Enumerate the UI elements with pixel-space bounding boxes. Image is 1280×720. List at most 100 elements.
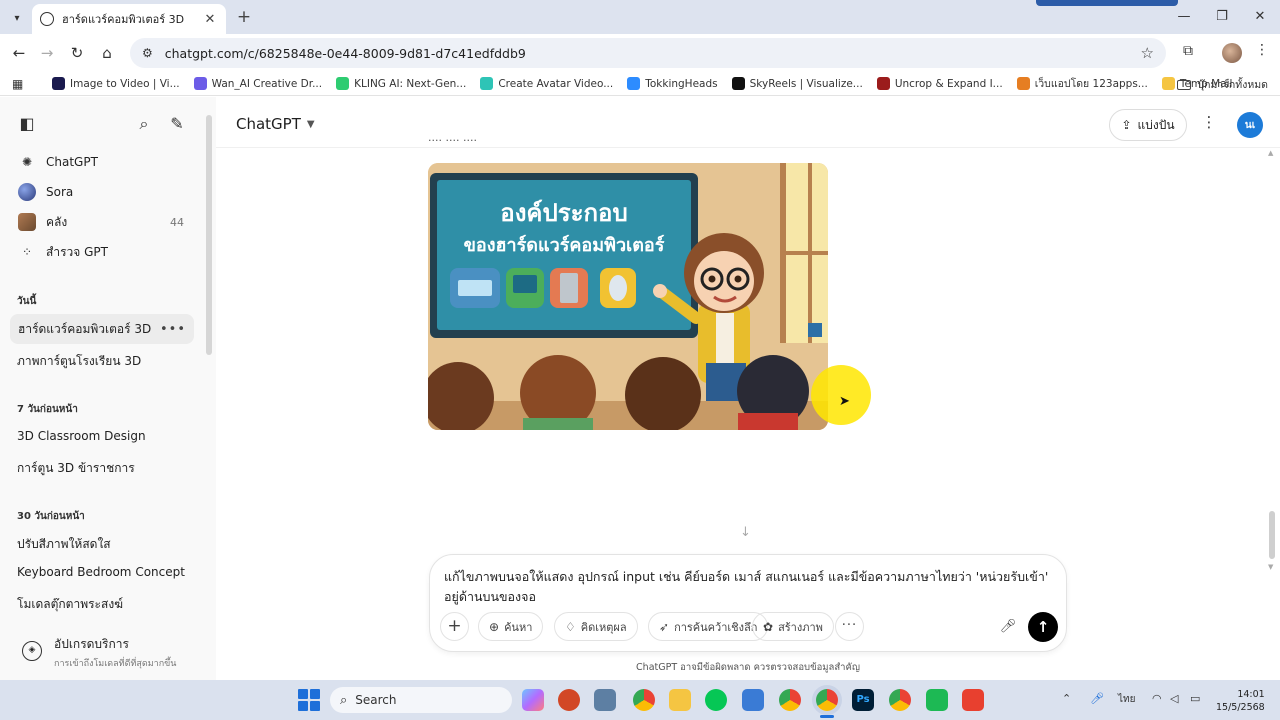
photoshop-icon[interactable]: Ps: [852, 689, 874, 711]
ime-indicator[interactable]: ไทย: [1118, 692, 1135, 707]
browser-tab-active[interactable]: ฮาร์ดแวร์คอมพิวเตอร์ 3D ✕: [32, 4, 226, 34]
create-image-button[interactable]: ✿ สร้างภาพ: [752, 612, 834, 641]
toggle-sidebar-icon[interactable]: ◧: [16, 113, 38, 135]
tab-search-button[interactable]: ▾: [6, 7, 28, 29]
chat-options-icon[interactable]: •••: [160, 322, 186, 337]
chat-item[interactable]: 3D Classroom Design: [17, 429, 146, 443]
bookmark-item[interactable]: SkyReels | Visualize...: [731, 75, 863, 92]
user-avatar[interactable]: นเ: [1237, 112, 1263, 138]
sidebar-scrollbar[interactable]: [206, 115, 212, 355]
scroll-down-arrow-icon[interactable]: ▼: [1268, 563, 1273, 571]
chat-item[interactable]: Keyboard Bedroom Concept: [17, 565, 185, 579]
url-text[interactable]: chatgpt.com/c/6825848e-0e44-8009-9d81-d7…: [165, 46, 1141, 61]
bookmark-star-icon[interactable]: ☆: [1141, 44, 1154, 62]
home-icon[interactable]: ⌂: [96, 42, 118, 64]
board-headline-2: ของฮาร์ดแวร์คอมพิวเตอร์: [464, 234, 665, 256]
bookmark-item[interactable]: KLING AI: Next-Gen...: [336, 75, 466, 92]
main-scrollbar[interactable]: [1269, 511, 1275, 559]
more-tools-button[interactable]: ···: [835, 612, 864, 641]
reason-tool-button[interactable]: ♢ คิดเหตุผล: [554, 612, 638, 641]
conversation-menu-icon[interactable]: ⋮: [1201, 113, 1217, 135]
windows-taskbar: ⌕ Search Ps ⌃ 🎤︎ ไทย ◠ ◁ ▭ 14:01 15/5/25…: [0, 680, 1280, 720]
wifi-icon[interactable]: ◠: [1152, 692, 1162, 705]
volume-icon[interactable]: ◁: [1170, 692, 1178, 705]
chrome-profile-icon[interactable]: [889, 689, 911, 711]
chat-item[interactable]: การ์ตูน 3D ข้าราชการ: [17, 459, 135, 478]
sidebar-item-library[interactable]: คลัง 44: [10, 207, 194, 237]
screen-capture-icon[interactable]: [594, 689, 616, 711]
section-today: วันนี้: [17, 296, 37, 307]
bookmark-item[interactable]: TokkingHeads: [627, 75, 718, 92]
profile-avatar[interactable]: [1222, 43, 1242, 63]
sidebar-item-explore-gpts[interactable]: ⁘ สำรวจ GPT: [10, 237, 194, 267]
bookmark-item[interactable]: Uncrop & Expand I...: [876, 75, 1003, 92]
microphone-icon[interactable]: 🎤︎: [996, 615, 1020, 639]
sora-icon: [18, 183, 36, 201]
chat-item-active[interactable]: ฮาร์ดแวร์คอมพิวเตอร์ 3D •••: [10, 314, 194, 344]
lightbulb-icon: ♢: [565, 619, 576, 634]
chat-item[interactable]: ปรับสีภาพให้สดใส: [17, 535, 111, 554]
windows-start-icon[interactable]: [298, 689, 320, 711]
active-app-indicator: [820, 715, 834, 718]
address-bar[interactable]: ⚙ chatgpt.com/c/6825848e-0e44-8009-9d81-…: [130, 38, 1166, 68]
prompt-input[interactable]: แก้ไขภาพบนจอให้แสดง อุปกรณ์ input เช่น ค…: [444, 567, 1054, 607]
extensions-icon[interactable]: ⧉: [1178, 43, 1198, 63]
minimize-button[interactable]: —: [1164, 6, 1204, 28]
line-icon[interactable]: [705, 689, 727, 711]
header-divider: [216, 147, 1280, 148]
bookmark-item[interactable]: Wan_AI Creative Dr...: [193, 75, 322, 92]
tray-overflow-icon[interactable]: ⌃: [1062, 692, 1071, 705]
bookmark-item[interactable]: Image to Video | Vi...: [52, 75, 180, 92]
file-explorer-icon[interactable]: [669, 689, 691, 711]
send-button[interactable]: ↑: [1028, 612, 1058, 642]
message-composer[interactable]: แก้ไขภาพบนจอให้แสดง อุปกรณ์ input เช่น ค…: [429, 554, 1067, 652]
new-tab-button[interactable]: +: [234, 7, 254, 27]
chrome-icon[interactable]: [633, 689, 655, 711]
search-icon[interactable]: ⌕: [133, 113, 155, 135]
attach-button[interactable]: +: [440, 612, 469, 641]
apps-grid-icon[interactable]: ▦: [12, 77, 32, 91]
disclaimer: ChatGPT อาจมีข้อผิดพลาด ควรตรวจสอบข้อมูล…: [636, 662, 860, 673]
camtasia-red-icon[interactable]: [962, 689, 984, 711]
camtasia-green-icon[interactable]: [926, 689, 948, 711]
maximize-button[interactable]: ❐: [1202, 6, 1242, 28]
reload-icon[interactable]: ↻: [66, 42, 88, 64]
model-selector[interactable]: ChatGPT ▼: [236, 115, 315, 133]
tool-label: สร้างภาพ: [778, 620, 823, 634]
close-window-button[interactable]: ✕: [1240, 6, 1280, 28]
powerpoint-icon[interactable]: [558, 689, 580, 711]
clock-time: 14:01: [1237, 689, 1265, 700]
notepad-icon[interactable]: [742, 689, 764, 711]
chrome-active-icon[interactable]: [816, 689, 838, 711]
sidebar-item-sora[interactable]: Sora: [10, 177, 194, 207]
search-tool-button[interactable]: ⊕ ค้นหา: [478, 612, 544, 641]
bookmark-favicon-icon: [336, 77, 350, 90]
chat-item[interactable]: ภาพการ์ตูนโรงเรียน 3D: [17, 352, 141, 371]
share-label: แบ่งปัน: [1137, 117, 1175, 132]
back-icon[interactable]: ←: [8, 42, 30, 64]
sidebar-item-label: คลัง: [46, 214, 68, 229]
upgrade-plan-button[interactable]: ◈ อัปเกรดบริการ การเข้าถึงโมเดลที่ดีที่ส…: [12, 635, 202, 671]
chat-item[interactable]: โมเดลตุ๊กตาพระสงฆ์: [17, 595, 123, 614]
chevron-down-icon: ▼: [306, 118, 315, 130]
system-clock[interactable]: 14:01 15/5/2568: [1216, 688, 1265, 714]
taskbar-search[interactable]: ⌕ Search: [330, 687, 512, 713]
scroll-up-arrow-icon[interactable]: ▲: [1268, 149, 1273, 157]
mic-tray-icon[interactable]: 🎤︎: [1090, 692, 1104, 705]
forward-icon[interactable]: →: [36, 42, 58, 64]
tab-close-icon[interactable]: ✕: [202, 12, 218, 27]
site-info-icon[interactable]: ⚙: [142, 46, 153, 60]
all-bookmarks[interactable]: บุ๊กมาร์กทั้งหมด: [1177, 76, 1268, 93]
share-button[interactable]: ⇪ แบ่งปัน: [1109, 109, 1187, 141]
chrome-icon[interactable]: [779, 689, 801, 711]
copilot-icon[interactable]: [522, 689, 544, 711]
generated-image[interactable]: องค์ประกอบ ของฮาร์ดแวร์คอมพิวเตอร์: [428, 163, 828, 430]
browser-menu-icon[interactable]: ⋮: [1254, 42, 1270, 64]
scroll-down-icon[interactable]: ↓: [740, 525, 751, 540]
deep-research-button[interactable]: ➶ การค้นคว้าเชิงลึก: [648, 612, 769, 641]
bookmark-item[interactable]: เว็บแอปโดย 123apps...: [1016, 75, 1148, 92]
sidebar-item-chatgpt[interactable]: ✺ ChatGPT: [10, 147, 194, 177]
bookmark-item[interactable]: Create Avatar Video...: [480, 75, 613, 92]
battery-icon[interactable]: ▭: [1190, 692, 1200, 705]
new-chat-icon[interactable]: ✎: [166, 113, 188, 135]
